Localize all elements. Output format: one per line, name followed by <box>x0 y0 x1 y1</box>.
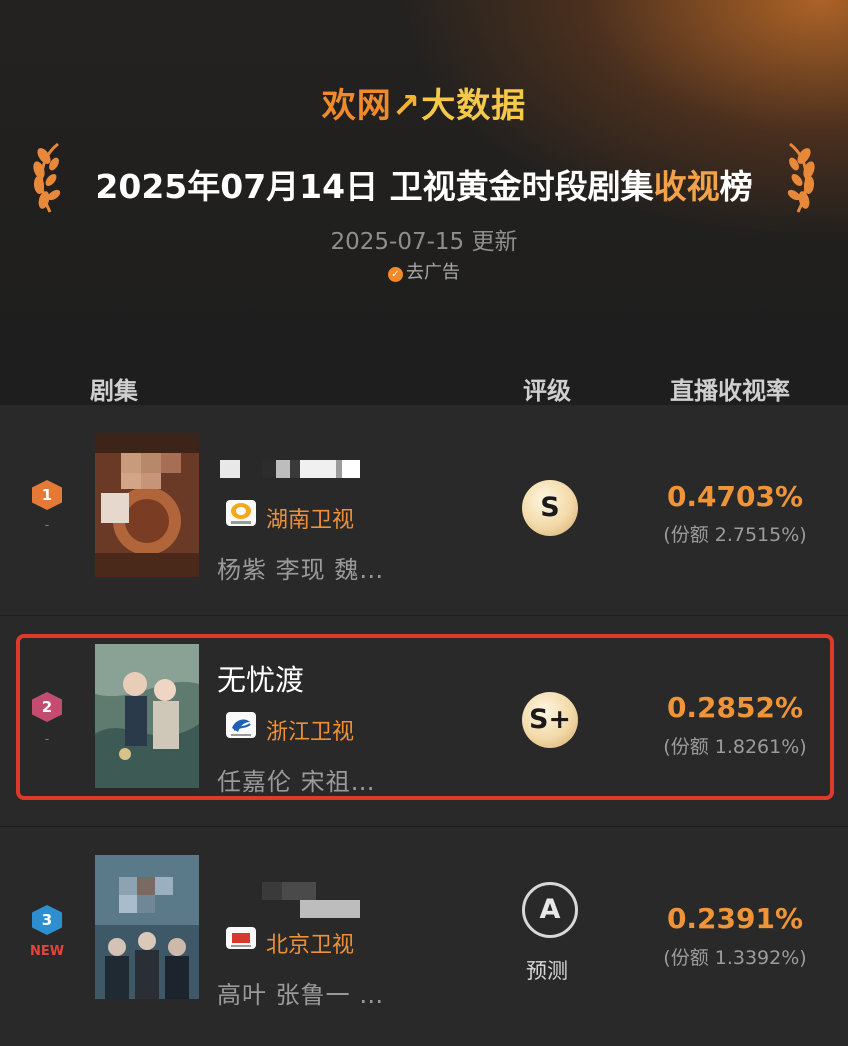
grade-note: 预测 <box>526 959 568 983</box>
remove-ads-link[interactable]: ✓ 去广告 <box>0 258 848 284</box>
title-highlight: 收视 <box>653 167 720 206</box>
brand-logo: 欢网↗大数据 <box>0 78 848 127</box>
new-badge: NEW <box>29 944 65 959</box>
column-header-rating: 直播收视率 <box>670 377 790 405</box>
update-date: 2025-07-15 更新 <box>330 229 518 255</box>
check-circle-icon: ✓ <box>388 267 403 282</box>
market-share: (份额 1.3392%) <box>663 947 807 969</box>
grade-badge: S <box>522 480 578 536</box>
remove-ads-label: 去广告 <box>406 262 460 283</box>
blurred-title-block <box>262 460 360 478</box>
blurred-title-block <box>220 460 240 478</box>
column-header-series: 剧集 <box>90 377 138 405</box>
brand-part-1: 欢网 <box>321 86 392 126</box>
hunan-tv-logo-icon <box>226 500 256 526</box>
grade-badge: A <box>522 882 578 938</box>
show-poster[interactable] <box>95 855 199 999</box>
network-name: 湖南卫视 <box>266 508 355 533</box>
beijing-tv-logo-icon <box>226 927 256 949</box>
cast-list: 高叶 张鲁一 … <box>217 981 385 1009</box>
title-suffix: 榜 <box>719 167 753 206</box>
brand-part-2: 大数据 <box>421 86 527 126</box>
live-rating: 0.4703% <box>666 480 804 513</box>
blurred-title-block <box>262 882 316 900</box>
blurred-title-block <box>300 900 360 918</box>
live-rating: 0.2391% <box>666 902 804 935</box>
rank-change: - <box>44 518 50 533</box>
network-name: 北京卫视 <box>266 933 355 958</box>
highlight-frame <box>16 634 834 800</box>
brand-arrow-icon: ↗ <box>391 86 422 126</box>
cast-list: 杨紫 李现 魏… <box>217 556 385 584</box>
show-poster[interactable] <box>95 433 199 577</box>
title-prefix: 2025年07月14日 卫视黄金时段剧集 <box>95 167 654 206</box>
market-share: (份额 2.7515%) <box>663 524 807 546</box>
page-title: 2025年07月14日 卫视黄金时段剧集收视榜 <box>0 160 848 208</box>
column-header-grade: 评级 <box>523 377 571 405</box>
